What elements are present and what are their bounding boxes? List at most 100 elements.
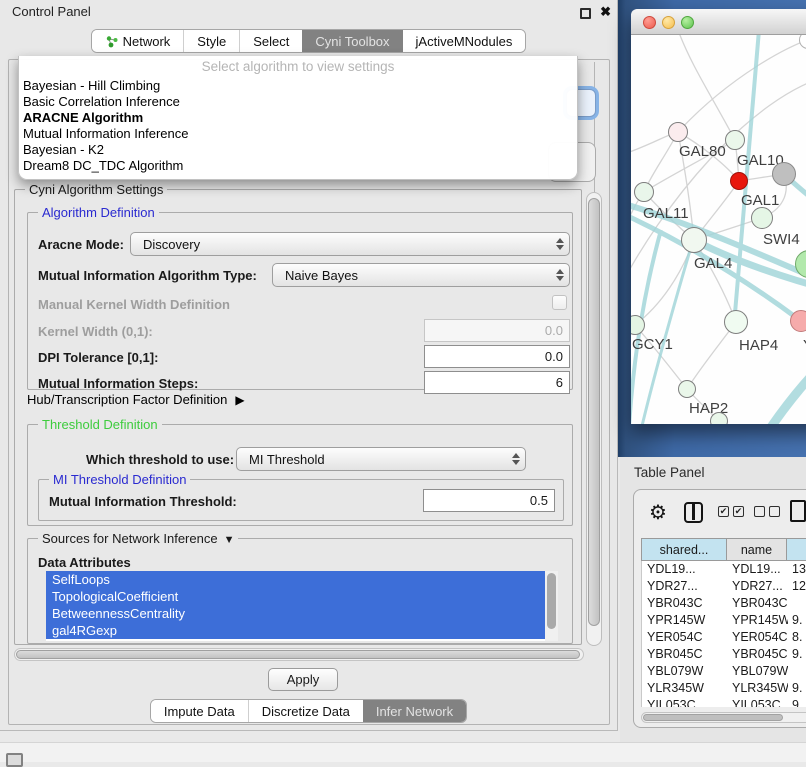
table-row[interactable]: YER054CYER054C8. [642,629,806,646]
network-node[interactable] [710,412,728,424]
data-attribute-item[interactable]: gal4RGexp [46,622,545,639]
tab-select[interactable]: Select [239,30,302,52]
network-node[interactable] [795,250,806,278]
network-canvas[interactable]: GAL80GAL10GAL1GAL11SWI4GAL4GCY1HAP4YHAP2 [631,35,806,424]
table-row[interactable]: YBL079WYBL079W [642,663,806,680]
table-row[interactable]: YDR27...YDR27...12 [642,578,806,595]
column-header-partial[interactable] [787,538,806,561]
network-node[interactable] [634,182,654,202]
data-attribute-item[interactable]: SelfLoops [46,571,545,588]
column-header-name[interactable]: name [727,538,787,561]
table-cell[interactable]: YPR145W [642,612,728,629]
table-row[interactable]: YBR045CYBR045C9. [642,646,806,663]
table-horizontal-scrollbar[interactable] [641,712,806,723]
table-cell[interactable]: 12 [788,578,806,595]
dpi-tolerance-field[interactable]: 0.0 [424,345,570,368]
table-cell[interactable]: YBL079W [728,663,788,680]
table-cell[interactable]: YER054C [728,629,788,646]
table-cell[interactable]: 9. [788,612,806,629]
table-row[interactable]: YDL19...YDL19...13 [642,561,806,578]
tab-network[interactable]: Network [92,30,184,52]
table-cell[interactable]: YLR345W [728,680,788,697]
split-columns-icon[interactable] [684,502,703,523]
network-node[interactable] [678,380,696,398]
column-header-shared[interactable]: shared... [641,538,727,561]
manual-kernel-checkbox[interactable] [552,295,567,310]
table-cell[interactable] [788,663,806,680]
network-node[interactable] [681,227,707,253]
table-cell[interactable]: YIL053C [728,697,788,707]
table-cell[interactable]: YBL079W [642,663,728,680]
attributes-scrollbar[interactable] [545,571,558,641]
table-cell[interactable]: YLR345W [642,680,728,697]
table-cell[interactable]: YBR045C [728,646,788,663]
table-cell[interactable]: YDR27... [642,578,728,595]
algorithm-option[interactable]: Basic Correlation Inference [19,94,577,110]
settings-vertical-scrollbar[interactable] [586,192,602,646]
algorithm-option[interactable]: Dream8 DC_TDC Algorithm [19,158,577,174]
table-cell[interactable]: YIL053C [642,697,728,707]
table-row[interactable]: YBR043CYBR043C [642,595,806,612]
network-node[interactable] [790,310,806,332]
network-node[interactable] [668,122,688,142]
mac-close-icon[interactable] [643,16,656,29]
mi-type-combobox[interactable]: Naive Bayes [272,263,570,287]
settings-horizontal-scrollbar[interactable] [14,648,584,661]
mi-threshold-field[interactable]: 0.5 [423,489,555,512]
table-cell[interactable]: YDL19... [728,561,788,578]
attributes-scrollbar-thumb[interactable] [547,573,556,629]
algorithm-option[interactable]: Bayesian - K2 [19,142,577,158]
network-node[interactable] [724,310,748,334]
table-cell[interactable]: 9. [788,680,806,697]
table-cell[interactable] [788,595,806,612]
select-all-columns-icon[interactable]: ✔ ✔ [718,506,744,517]
table-cell[interactable]: YBR043C [728,595,788,612]
settings-horizontal-thumb[interactable] [16,650,580,659]
table-cell[interactable]: YDL19... [642,561,728,578]
table-cell[interactable]: YPR145W [728,612,788,629]
float-icon[interactable] [580,8,591,19]
aracne-mode-combobox[interactable]: Discovery [130,232,570,256]
gear-icon[interactable]: ⚙ [649,500,667,525]
algorithm-option[interactable]: Bayesian - Hill Climbing [19,78,577,94]
close-icon[interactable]: ✖ [600,4,611,20]
sources-group-title[interactable]: Sources for Network Inference▼ [38,531,238,546]
network-node[interactable] [730,172,748,190]
table-cell[interactable]: 9 [788,697,806,707]
algorithm-option[interactable]: ARACNE Algorithm [19,110,577,126]
tab-impute-data[interactable]: Impute Data [151,700,248,722]
tab-discretize-data[interactable]: Discretize Data [248,700,363,722]
kernel-width-field[interactable]: 0.0 [424,319,570,342]
tab-style[interactable]: Style [183,30,239,52]
tab-infer-network[interactable]: Infer Network [363,700,466,722]
tab-jactivemnodules[interactable]: jActiveMNodules [403,30,526,52]
data-attribute-item[interactable]: BetweennessCentrality [46,605,545,622]
network-node[interactable] [799,35,806,49]
network-node[interactable] [631,315,645,335]
document-icon[interactable] [790,500,806,522]
network-node[interactable] [751,207,773,229]
network-node[interactable] [725,130,745,150]
data-attribute-item[interactable]: TopologicalCoefficient [46,588,545,605]
deselect-all-columns-icon[interactable] [754,506,780,517]
dock-panel-icon[interactable] [6,753,23,767]
table-row[interactable]: YPR145WYPR145W9. [642,612,806,629]
table-row[interactable]: YLR345WYLR345W9. [642,680,806,697]
hub-definition-expander[interactable]: Hub/Transcription Factor Definition▶ [27,392,245,407]
table-cell[interactable]: 8. [788,629,806,646]
which-threshold-combobox[interactable]: MI Threshold [236,447,526,471]
table-cell[interactable]: YBR045C [642,646,728,663]
mac-zoom-icon[interactable] [681,16,694,29]
table-cell[interactable]: YBR043C [642,595,728,612]
network-window-titlebar[interactable] [631,9,806,35]
table-cell[interactable]: 13 [788,561,806,578]
table-row[interactable]: YIL053CYIL053C9 [642,697,806,707]
tab-cyni-toolbox[interactable]: Cyni Toolbox [302,30,402,52]
table-cell[interactable]: YDR27... [728,578,788,595]
mi-steps-field[interactable]: 6 [424,371,570,394]
network-node[interactable] [772,162,796,186]
algorithm-option[interactable]: Mutual Information Inference [19,126,577,142]
settings-vertical-thumb[interactable] [588,198,600,626]
mac-minimize-icon[interactable] [662,16,675,29]
apply-button[interactable]: Apply [268,668,338,691]
